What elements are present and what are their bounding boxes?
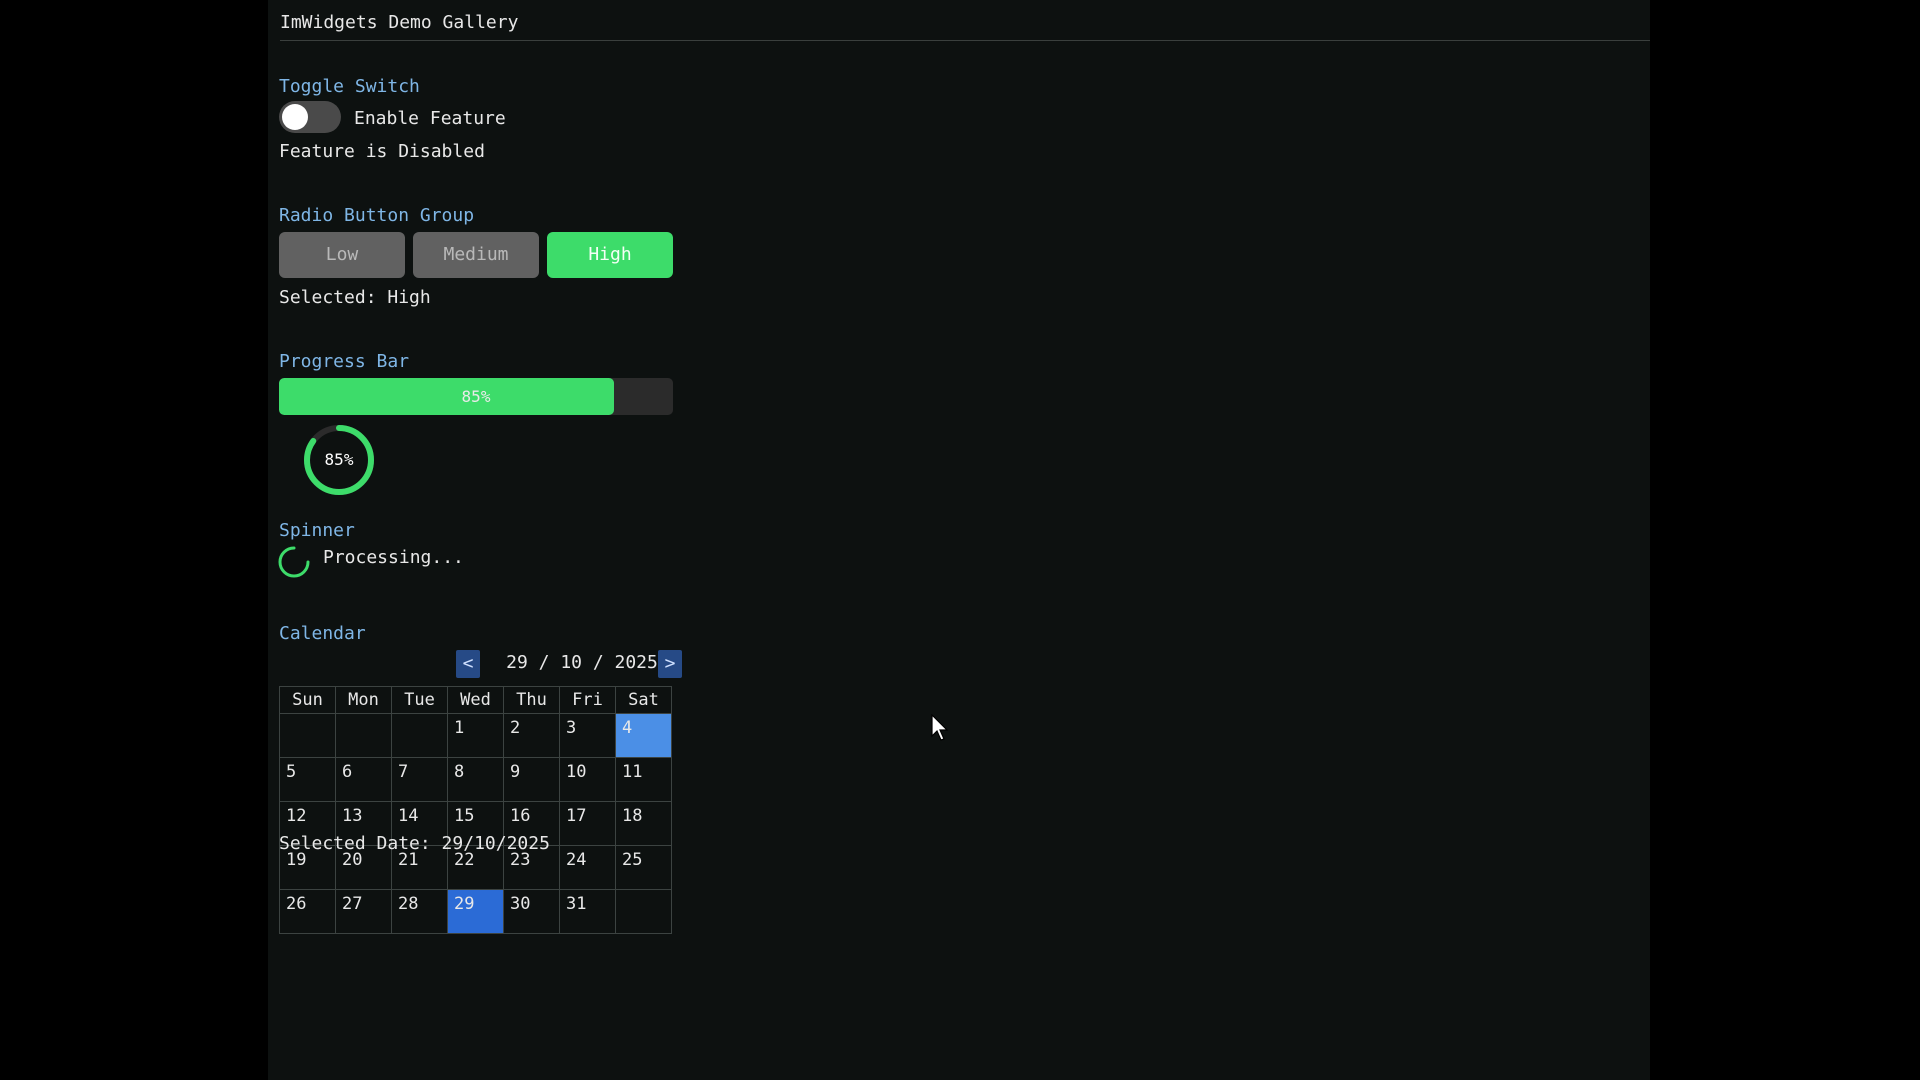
calendar-day-number: 17 xyxy=(566,806,587,826)
calendar-day-number: 27 xyxy=(342,894,363,914)
calendar-day-number: 7 xyxy=(398,762,409,782)
calendar-day-cell[interactable]: 4 xyxy=(615,713,672,758)
calendar-week-row: 26 27 28 29 30 31 xyxy=(279,889,672,934)
calendar-day-cell[interactable]: 10 xyxy=(559,757,616,802)
spinner-label: Processing... xyxy=(323,547,464,568)
calendar-day-number: 12 xyxy=(286,806,307,826)
calendar-day-cell[interactable]: 26 xyxy=(279,889,336,934)
progress-bar-label: 85% xyxy=(461,387,491,406)
weekday-header: Tue xyxy=(391,686,448,714)
calendar-day-cell[interactable]: 29 xyxy=(447,889,504,934)
calendar-day-cell[interactable]: 17 xyxy=(559,801,616,846)
calendar-day-cell[interactable]: 25 xyxy=(615,845,672,890)
calendar-day-number: 29 xyxy=(454,894,475,914)
radio-high-button[interactable]: High xyxy=(547,232,673,278)
weekday-header: Mon xyxy=(335,686,392,714)
weekday-header: Sat xyxy=(615,686,672,714)
demo-window: ImWidgets Demo Gallery Toggle Switch Ena… xyxy=(268,0,1650,1080)
calendar-empty-cell xyxy=(615,889,672,934)
calendar-day-number: 5 xyxy=(286,762,297,782)
calendar-day-cell[interactable]: 1 xyxy=(447,713,504,758)
toggle-section-label: Toggle Switch xyxy=(279,76,420,97)
calendar-day-number: 31 xyxy=(566,894,587,914)
radio-selected-text: Selected: High xyxy=(279,287,431,308)
calendar-weekday-row: Sun Mon Tue Wed Thu Fri Sat xyxy=(279,686,672,714)
calendar-week-row: 5 6 7 8 9 10 11 xyxy=(279,757,672,802)
calendar-grid: Sun Mon Tue Wed Thu Fri Sat 1 2 3 4 5 6 7 8 9 10 1… xyxy=(279,686,672,934)
calendar-day-cell[interactable]: 5 xyxy=(279,757,336,802)
calendar-empty-cell xyxy=(335,713,392,758)
calendar-day-number: 13 xyxy=(342,806,363,826)
calendar-empty-cell xyxy=(279,713,336,758)
radio-section-label: Radio Button Group xyxy=(279,205,475,226)
calendar-day-number: 10 xyxy=(566,762,587,782)
progress-bar: 85% xyxy=(279,378,673,415)
calendar-day-number: 4 xyxy=(622,718,633,738)
calendar-day-number: 30 xyxy=(510,894,531,914)
calendar-day-cell[interactable]: 2 xyxy=(503,713,560,758)
calendar-day-number: 25 xyxy=(622,850,643,870)
calendar-day-number: 11 xyxy=(622,762,643,782)
calendar-prev-button[interactable]: < xyxy=(456,650,480,678)
calendar-day-cell[interactable]: 30 xyxy=(503,889,560,934)
weekday-header: Wed xyxy=(447,686,504,714)
spinner-icon xyxy=(278,546,310,578)
calendar-day-number: 8 xyxy=(454,762,465,782)
calendar-day-cell[interactable]: 8 xyxy=(447,757,504,802)
radio-medium-button[interactable]: Medium xyxy=(413,232,539,278)
calendar-day-cell[interactable]: 6 xyxy=(335,757,392,802)
calendar-day-number: 28 xyxy=(398,894,419,914)
calendar-day-cell[interactable]: 31 xyxy=(559,889,616,934)
weekday-header: Fri xyxy=(559,686,616,714)
calendar-day-number: 2 xyxy=(510,718,521,738)
calendar-day-number: 6 xyxy=(342,762,353,782)
weekday-header: Sun xyxy=(279,686,336,714)
progress-section-label: Progress Bar xyxy=(279,351,410,372)
calendar-day-cell[interactable]: 27 xyxy=(335,889,392,934)
calendar-day-number: 9 xyxy=(510,762,521,782)
calendar-day-cell[interactable]: 24 xyxy=(559,845,616,890)
toggle-label: Enable Feature xyxy=(354,108,506,129)
calendar-day-cell[interactable]: 18 xyxy=(615,801,672,846)
calendar-day-number: 14 xyxy=(398,806,419,826)
calendar-section-label: Calendar xyxy=(279,623,366,644)
spinner-section-label: Spinner xyxy=(279,520,355,541)
calendar-day-number: 24 xyxy=(566,850,587,870)
calendar-day-cell[interactable]: 9 xyxy=(503,757,560,802)
calendar-day-number: 1 xyxy=(454,718,465,738)
calendar-day-cell[interactable]: 11 xyxy=(615,757,672,802)
calendar-day-number: 16 xyxy=(510,806,531,826)
calendar-day-cell[interactable]: 7 xyxy=(391,757,448,802)
toggle-status-text: Feature is Disabled xyxy=(279,141,485,162)
weekday-header: Thu xyxy=(503,686,560,714)
radio-low-button[interactable]: Low xyxy=(279,232,405,278)
selected-date-text: Selected Date: 29/10/2025 xyxy=(279,833,550,854)
feature-toggle-switch[interactable] xyxy=(279,101,341,133)
calendar-week-row: 1 2 3 4 xyxy=(279,713,672,758)
mouse-cursor-icon xyxy=(931,714,949,741)
calendar-day-number: 15 xyxy=(454,806,475,826)
calendar-day-cell[interactable]: 3 xyxy=(559,713,616,758)
calendar-date-display: 29 / 10 / 2025 xyxy=(506,652,658,673)
calendar-day-number: 3 xyxy=(566,718,577,738)
calendar-day-number: 18 xyxy=(622,806,643,826)
calendar-day-number: 26 xyxy=(286,894,307,914)
window-title: ImWidgets Demo Gallery xyxy=(280,12,1650,41)
toggle-knob xyxy=(282,104,308,130)
circular-progress-label: 85% xyxy=(324,450,354,469)
calendar-next-button[interactable]: > xyxy=(658,650,682,678)
calendar-empty-cell xyxy=(391,713,448,758)
calendar-day-cell[interactable]: 28 xyxy=(391,889,448,934)
